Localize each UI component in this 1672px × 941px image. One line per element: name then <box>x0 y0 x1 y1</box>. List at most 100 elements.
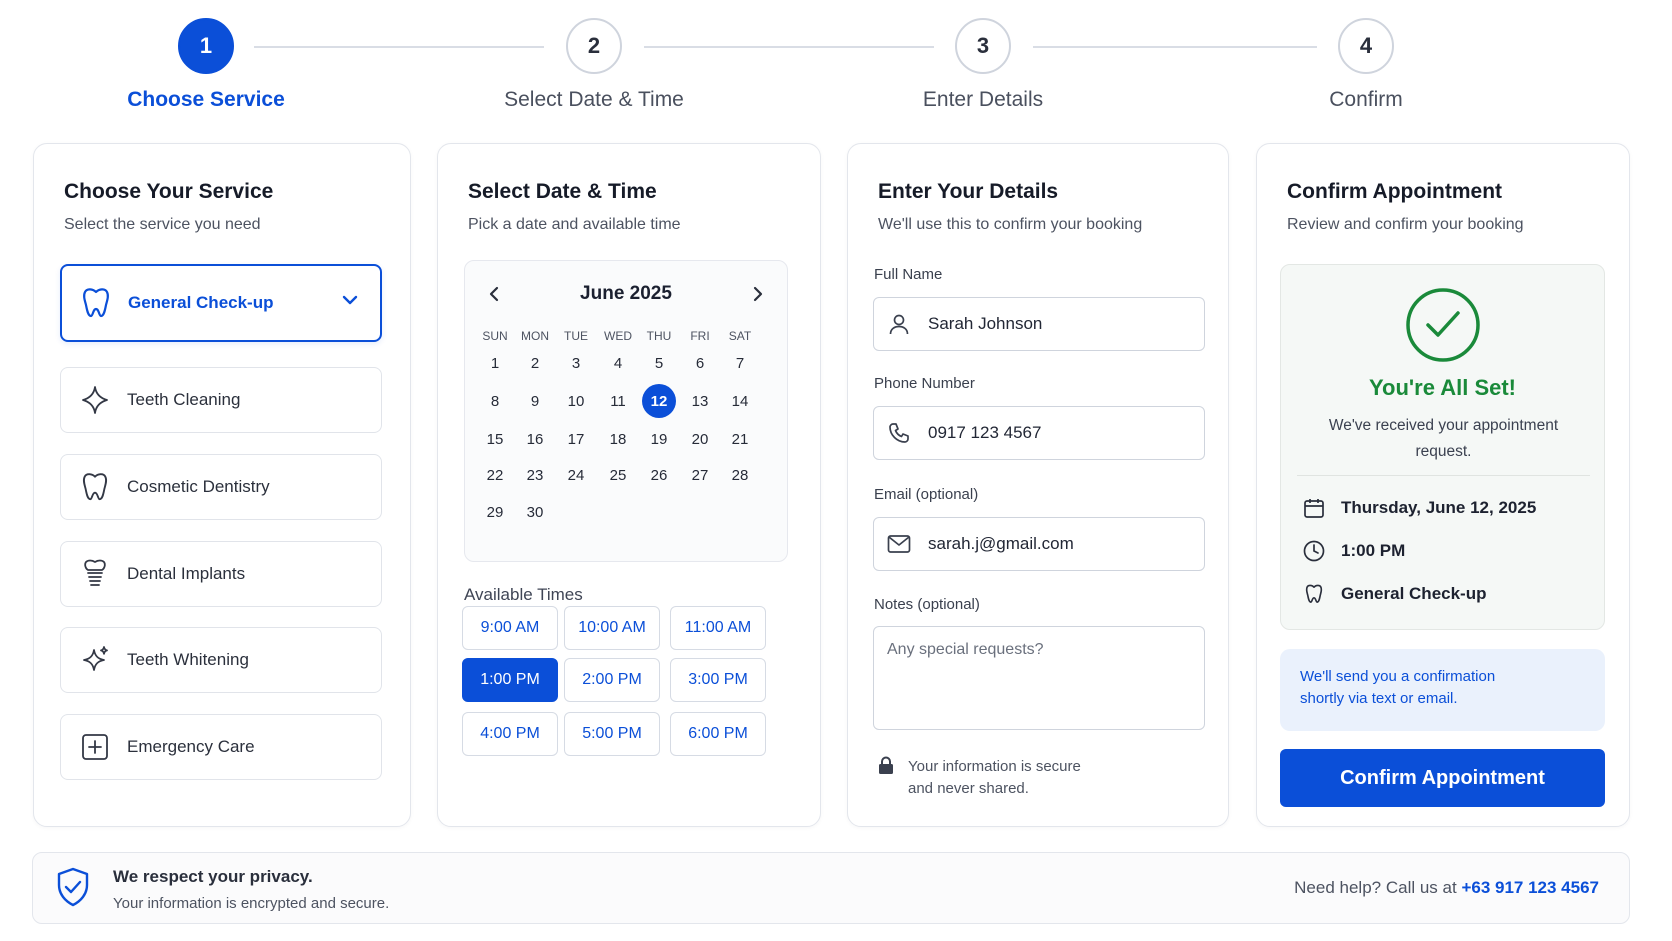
calendar-day[interactable]: 1 <box>478 346 512 380</box>
privacy-footer: We respect your privacy. Your informatio… <box>32 852 1630 924</box>
appointment-service: General Check-up <box>1301 581 1487 607</box>
calendar-day[interactable]: 2 <box>518 346 552 380</box>
confirmation-info: We'll send you a confirmation shortly vi… <box>1280 649 1605 731</box>
plus-square-icon <box>79 731 111 763</box>
calendar-day-selected[interactable]: 12 <box>642 384 676 418</box>
notes-textarea[interactable]: Any special requests? <box>873 626 1205 730</box>
available-times-label: Available Times <box>464 585 583 604</box>
step-1-circle[interactable]: 1 <box>178 18 234 74</box>
calendar-day[interactable]: 30 <box>518 495 552 529</box>
step-connector <box>254 46 544 48</box>
implant-icon <box>79 558 111 590</box>
full-name-field[interactable]: Sarah Johnson <box>873 297 1205 351</box>
weekday-header: MON <box>521 329 549 343</box>
calendar-day[interactable]: 26 <box>642 458 676 492</box>
info-line1: We'll send you a confirmation <box>1300 668 1496 685</box>
privacy-subtitle: Your information is encrypted and secure… <box>113 895 390 912</box>
service-card: Choose Your Service Select the service y… <box>33 143 411 827</box>
calendar-day[interactable]: 21 <box>723 422 757 456</box>
step-connector <box>644 46 934 48</box>
clock-icon <box>1301 538 1327 564</box>
service-teeth-whitening[interactable]: Teeth Whitening <box>60 627 382 693</box>
success-title: You're All Set! <box>1368 375 1517 400</box>
step-4-label[interactable]: Confirm <box>1236 88 1496 112</box>
calendar-day[interactable]: 13 <box>683 384 717 418</box>
service-teeth-cleaning[interactable]: Teeth Cleaning <box>60 367 382 433</box>
user-icon <box>886 311 912 337</box>
calendar-day[interactable]: 17 <box>559 422 593 456</box>
phone-field[interactable]: 0917 123 4567 <box>873 406 1205 460</box>
calendar-day[interactable]: 18 <box>601 422 635 456</box>
step-4-circle[interactable]: 4 <box>1338 18 1394 74</box>
step-1-label[interactable]: Choose Service <box>76 88 336 112</box>
step-2-label[interactable]: Select Date & Time <box>464 88 724 112</box>
confirm-card-subtitle: Review and confirm your booking <box>1287 216 1524 233</box>
calendar-day[interactable]: 19 <box>642 422 676 456</box>
calendar-day[interactable]: 28 <box>723 458 757 492</box>
time-slot-selected[interactable]: 1:00 PM <box>462 658 558 702</box>
time-slot[interactable]: 3:00 PM <box>670 658 766 702</box>
step-3-label[interactable]: Enter Details <box>853 88 1113 112</box>
secure-note-line2: and never shared. <box>908 780 1029 797</box>
calendar-day[interactable]: 7 <box>723 346 757 380</box>
chevron-right-icon[interactable] <box>745 281 771 307</box>
time-slot[interactable]: 5:00 PM <box>564 712 660 756</box>
calendar-day[interactable]: 24 <box>559 458 593 492</box>
full-name-label: Full Name <box>874 266 943 283</box>
email-value: sarah.j@gmail.com <box>928 534 1074 553</box>
help-phone-link[interactable]: +63 917 123 4567 <box>1461 878 1599 897</box>
calendar-day[interactable]: 11 <box>601 384 635 418</box>
service-label: Dental Implants <box>127 564 246 583</box>
calendar-day[interactable]: 4 <box>601 346 635 380</box>
phone-icon <box>886 420 912 446</box>
calendar-day[interactable]: 27 <box>683 458 717 492</box>
calendar-day[interactable]: 14 <box>723 384 757 418</box>
mail-icon <box>886 531 912 557</box>
secure-note: Your information is secure and never sha… <box>878 756 1108 800</box>
calendar-day[interactable]: 16 <box>518 422 552 456</box>
time-slot[interactable]: 11:00 AM <box>670 606 766 650</box>
appointment-date: Thursday, June 12, 2025 <box>1301 495 1536 521</box>
details-card-subtitle: We'll use this to confirm your booking <box>878 216 1143 233</box>
booking-stepper: 1 2 3 4 Choose Service Select Date & Tim… <box>0 0 1672 130</box>
calendar-day[interactable]: 3 <box>559 346 593 380</box>
step-3-circle[interactable]: 3 <box>955 18 1011 74</box>
calendar-day[interactable]: 29 <box>478 495 512 529</box>
time-slot[interactable]: 2:00 PM <box>564 658 660 702</box>
calendar-day[interactable]: 6 <box>683 346 717 380</box>
calendar-day[interactable]: 15 <box>478 422 512 456</box>
service-dental-implants[interactable]: Dental Implants <box>60 541 382 607</box>
confirm-appointment-button[interactable]: Confirm Appointment <box>1280 749 1605 807</box>
sparkle-icon <box>79 384 111 416</box>
time-slot[interactable]: 4:00 PM <box>462 712 558 756</box>
calendar-day[interactable]: 22 <box>478 458 512 492</box>
time-slot[interactable]: 9:00 AM <box>462 606 558 650</box>
calendar-day[interactable]: 5 <box>642 346 676 380</box>
time-slot[interactable]: 10:00 AM <box>564 606 660 650</box>
service-label: Teeth Whitening <box>127 650 249 669</box>
service-label: Cosmetic Dentistry <box>127 477 270 496</box>
calendar-day[interactable]: 9 <box>518 384 552 418</box>
service-emergency-care[interactable]: Emergency Care <box>60 714 382 780</box>
help-text: Need help? Call us at +63 917 123 4567 <box>1294 878 1599 898</box>
step-2-circle[interactable]: 2 <box>566 18 622 74</box>
notes-label: Notes (optional) <box>874 596 980 613</box>
weekday-header: FRI <box>690 329 710 343</box>
weekday-header: TUE <box>564 329 588 343</box>
calendar-day[interactable]: 20 <box>683 422 717 456</box>
service-card-subtitle: Select the service you need <box>64 216 261 233</box>
weekday-header: WED <box>604 329 632 343</box>
datetime-card-title: Select Date & Time <box>468 180 657 203</box>
service-general-checkup[interactable]: General Check-up <box>60 264 382 342</box>
chevron-down-icon[interactable] <box>342 292 358 310</box>
service-cosmetic-dentistry[interactable]: Cosmetic Dentistry <box>60 454 382 520</box>
calendar-day[interactable]: 25 <box>601 458 635 492</box>
calendar-day[interactable]: 10 <box>559 384 593 418</box>
details-card-title: Enter Your Details <box>878 180 1059 203</box>
time-slot[interactable]: 6:00 PM <box>670 712 766 756</box>
calendar-day[interactable]: 23 <box>518 458 552 492</box>
calendar-day[interactable]: 8 <box>478 384 512 418</box>
tooth-icon <box>79 471 111 503</box>
email-field[interactable]: sarah.j@gmail.com <box>873 517 1205 571</box>
calendar: June 2025 SUN MON TUE WED THU FRI SAT 1 2 3 4 5 6 7 8 9… <box>464 260 788 562</box>
